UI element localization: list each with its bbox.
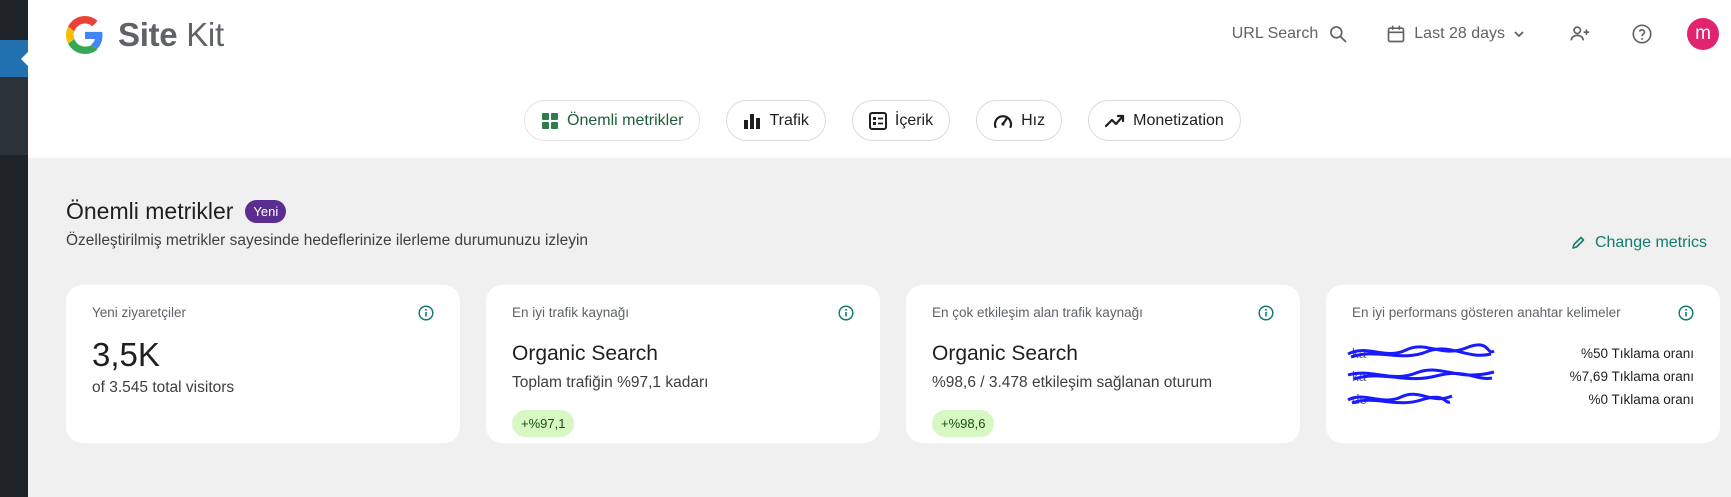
chip-label: Hız <box>1021 111 1046 129</box>
info-icon[interactable] <box>1678 305 1694 321</box>
metric-title: Organic Search <box>512 342 658 365</box>
metric-title: Organic Search <box>932 342 1078 365</box>
chip-monetization[interactable]: Monetization <box>1088 100 1241 141</box>
google-g-icon <box>66 16 103 54</box>
keyword-ctr: %50 Tıklama oranı <box>1580 346 1694 361</box>
chevron-down-icon <box>1514 31 1524 38</box>
chip-key-metrics[interactable]: Önemli metrikler <box>524 100 701 141</box>
metric-description: %98,6 / 3.478 etkileşim sağlanan oturum <box>932 374 1213 391</box>
bar-chart-icon <box>744 113 761 129</box>
metric-value: 3,5K <box>92 336 160 373</box>
change-metrics-button[interactable]: Change metrics <box>1571 234 1707 252</box>
chip-label: Önemli metrikler <box>567 111 684 129</box>
section-subtitle: Özelleştirilmiş metrikler sayesinde hede… <box>66 232 589 249</box>
url-search-label: URL Search <box>1231 25 1319 42</box>
change-metrics-label: Change metrics <box>1594 234 1707 251</box>
section-title: Önemli metrikler <box>66 198 234 224</box>
chip-traffic[interactable]: Trafik <box>726 100 826 141</box>
card-label: Yeni ziyaretçiler <box>92 305 187 320</box>
info-icon[interactable] <box>418 305 434 321</box>
redaction-scribble <box>1347 343 1495 359</box>
user-avatar[interactable]: m <box>1687 18 1719 50</box>
redaction-scribble <box>1347 368 1495 381</box>
card-top-keywords: En iyi performans gösteren anahtar kelim… <box>1326 285 1720 443</box>
dashboard-nav-chips: Önemli metrikler Trafik İçerik Hız Monet… <box>524 100 1241 141</box>
keyword-row: ka %7,69 Tıklama oranı <box>1347 365 1694 388</box>
date-range-selector[interactable]: Last 28 days <box>1386 24 1525 44</box>
wp-admin-active-item[interactable] <box>0 40 28 77</box>
add-user-icon <box>1570 26 1590 41</box>
keyword-link[interactable]: de <box>1347 392 1462 407</box>
keyword-ctr: %7,69 Tıklama oranı <box>1569 369 1694 384</box>
speedometer-icon <box>994 114 1013 128</box>
wp-admin-submenu <box>0 77 28 155</box>
header: Site Kit URL Search Last 28 days m Öneml… <box>28 0 1731 158</box>
card-label: En çok etkileşim alan trafik kaynağı <box>932 305 1143 320</box>
site-kit-logo[interactable]: Site Kit <box>66 16 224 54</box>
header-tools: URL Search Last 28 days m <box>1232 16 1719 52</box>
card-top-engaged-source: En çok etkileşim alan trafik kaynağı Org… <box>906 285 1300 443</box>
url-search-button[interactable]: URL Search <box>1232 24 1349 44</box>
help-icon <box>1632 24 1652 44</box>
keyword-link[interactable]: ka <box>1347 368 1495 384</box>
info-icon[interactable] <box>1258 305 1274 321</box>
keyword-row: de %0 Tıklama oranı <box>1347 388 1694 411</box>
share-dashboard-button[interactable] <box>1563 17 1597 51</box>
keyword-link[interactable]: ka <box>1347 343 1495 361</box>
chip-label: Trafik <box>769 111 809 129</box>
date-range-label: Last 28 days <box>1414 25 1505 42</box>
site-kit-wordmark: Site Kit <box>118 16 224 53</box>
chip-content[interactable]: İçerik <box>851 100 951 141</box>
pencil-icon <box>1572 236 1585 249</box>
article-icon <box>868 111 887 130</box>
grid-icon <box>542 112 558 129</box>
keyword-list: ka %50 Tıklama oranı ka %7,69 Tıklama or… <box>1347 342 1694 411</box>
metric-description: Toplam trafiğin %97,1 kadarı <box>512 374 709 391</box>
change-badge: +%98,6 <box>932 410 995 437</box>
chip-speed[interactable]: Hız <box>976 100 1063 141</box>
info-icon[interactable] <box>838 305 854 321</box>
chip-label: Monetization <box>1133 111 1224 129</box>
card-label: En iyi trafik kaynağı <box>512 305 630 320</box>
site-kit-dashboard: Site Kit URL Search Last 28 days m Öneml… <box>28 0 1731 497</box>
card-new-visitors: Yeni ziyaretçiler 3,5K of 3.545 total vi… <box>66 285 460 443</box>
calendar-icon <box>1387 25 1405 43</box>
section-header: Önemli metrikler Yeni <box>66 198 287 225</box>
keyword-ctr: %0 Tıklama oranı <box>1588 392 1694 407</box>
change-badge: +%97,1 <box>512 410 575 437</box>
redaction-scribble <box>1347 392 1453 405</box>
card-top-traffic-source: En iyi trafik kaynağı Organic Search Top… <box>486 285 880 443</box>
card-label: En iyi performans gösteren anahtar kelim… <box>1352 305 1621 320</box>
keyword-row: ka %50 Tıklama oranı <box>1347 342 1694 365</box>
metric-subtext: of 3.545 total visitors <box>92 379 235 396</box>
trending-up-icon <box>1105 114 1125 127</box>
help-button[interactable] <box>1625 17 1659 51</box>
search-icon <box>1330 26 1347 43</box>
chip-label: İçerik <box>894 111 934 129</box>
wp-admin-sidebar <box>0 0 28 497</box>
key-metrics-cards: Yeni ziyaretçiler 3,5K of 3.545 total vi… <box>66 285 1720 443</box>
new-badge: Yeni <box>245 200 287 223</box>
